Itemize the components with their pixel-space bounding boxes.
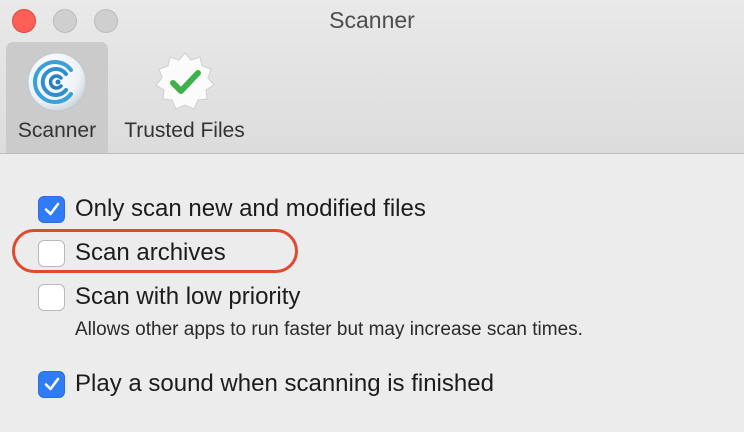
radar-scan-icon bbox=[27, 52, 87, 112]
tab-label: Scanner bbox=[17, 119, 97, 142]
option-scan-low-priority[interactable]: Scan with low priority bbox=[38, 282, 300, 312]
verified-badge-icon bbox=[154, 52, 215, 110]
checkbox-checked[interactable] bbox=[38, 370, 65, 398]
checkbox-checked[interactable] bbox=[38, 195, 65, 223]
option-play-sound[interactable]: Play a sound when scanning is finished bbox=[38, 369, 494, 399]
option-label: Scan with low priority bbox=[75, 283, 301, 310]
tab-label: Trusted Files bbox=[124, 119, 245, 142]
option-description: Allows other apps to run faster but may … bbox=[75, 319, 583, 340]
tab-scanner[interactable]: Scanner bbox=[6, 42, 108, 153]
window-title: Scanner bbox=[329, 7, 415, 33]
tab-trusted-files[interactable]: Trusted Files bbox=[112, 42, 257, 153]
options-panel: Only scan new and modified files Scan ar… bbox=[0, 155, 744, 432]
option-only-new-modified[interactable]: Only scan new and modified files bbox=[38, 194, 426, 224]
toolbar: Scanner Scanner Trusted Files bbox=[0, 0, 744, 154]
highlight-outline bbox=[12, 229, 298, 273]
checkmark-icon bbox=[44, 377, 59, 391]
checkbox-unchecked[interactable] bbox=[38, 283, 65, 311]
checkmark-icon bbox=[44, 202, 59, 216]
option-label: Only scan new and modified files bbox=[75, 195, 426, 222]
option-label: Play a sound when scanning is finished bbox=[75, 370, 494, 397]
